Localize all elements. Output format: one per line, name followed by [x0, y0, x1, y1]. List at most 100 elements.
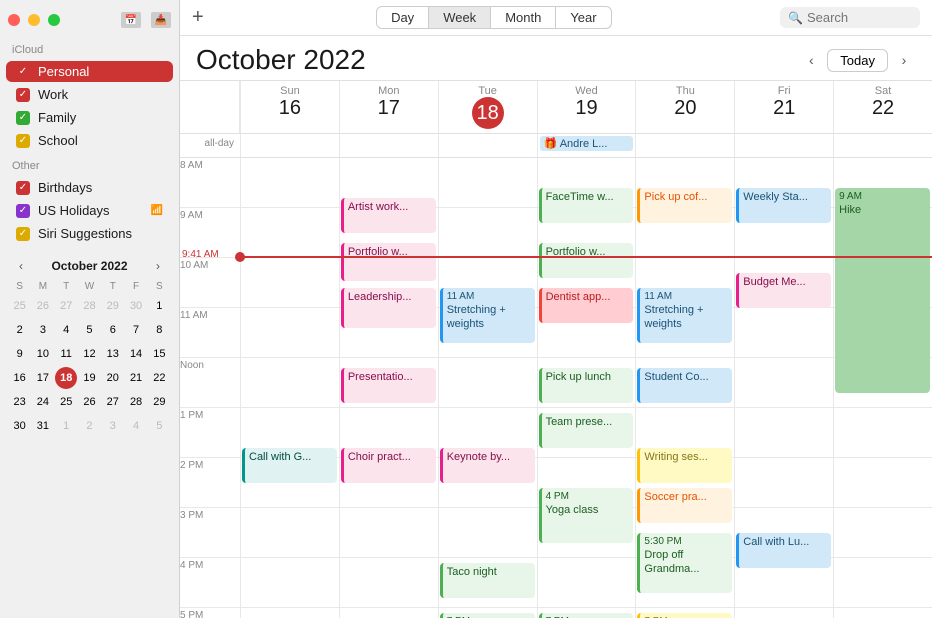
mini-day[interactable]: 25 [9, 295, 31, 317]
mini-day[interactable]: 5 [78, 319, 100, 341]
event-choir-pract[interactable]: Choir pract... [341, 448, 436, 483]
mini-day[interactable]: 4 [55, 319, 77, 341]
cell-mon-5[interactable] [339, 608, 438, 618]
mini-cal-next[interactable]: › [149, 257, 167, 275]
today-button[interactable]: Today [827, 49, 888, 72]
cell-fri-11[interactable] [734, 308, 833, 358]
cell-wed-4[interactable] [537, 558, 636, 608]
day-col-thu[interactable]: Thu 20 [635, 81, 734, 133]
allday-event-andre[interactable]: 🎁 Andre L... [540, 136, 634, 151]
day-col-sun[interactable]: Sun 16 [240, 81, 339, 133]
mini-day[interactable]: 16 [9, 367, 31, 389]
day-col-tue[interactable]: Tue 18 [438, 81, 537, 133]
mini-day[interactable]: 5 [148, 415, 170, 437]
event-team-prese[interactable]: Team prese... [539, 413, 634, 448]
mini-day[interactable]: 8 [148, 319, 170, 341]
event-7pm-tue[interactable]: 7 PM ... [440, 613, 535, 618]
mini-day[interactable]: 14 [125, 343, 147, 365]
search-input[interactable] [807, 10, 912, 25]
mini-day[interactable]: 9 [9, 343, 31, 365]
allday-wed[interactable]: 🎁 Andre L... [537, 134, 636, 157]
mini-day[interactable]: 7 [125, 319, 147, 341]
allday-sun[interactable] [240, 134, 339, 157]
cell-sun-noon[interactable] [240, 358, 339, 408]
mini-day[interactable]: 11 [55, 343, 77, 365]
mini-day[interactable]: 20 [102, 367, 124, 389]
mini-day[interactable]: 4 [125, 415, 147, 437]
mini-day[interactable]: 30 [125, 295, 147, 317]
cell-sat-1[interactable] [833, 408, 932, 458]
cell-mon-4[interactable] [339, 558, 438, 608]
view-day-button[interactable]: Day [376, 6, 429, 29]
event-pickup-lunch[interactable]: Pick up lunch [539, 368, 634, 403]
cell-sun-8[interactable] [240, 158, 339, 208]
mini-day[interactable]: 1 [148, 295, 170, 317]
mini-day[interactable]: 26 [32, 295, 54, 317]
cell-sun-9[interactable] [240, 208, 339, 258]
mini-day[interactable]: 27 [55, 295, 77, 317]
mini-day[interactable]: 12 [78, 343, 100, 365]
cell-sun-11[interactable] [240, 308, 339, 358]
mini-day[interactable]: 2 [78, 415, 100, 437]
mini-day[interactable]: 23 [9, 391, 31, 413]
sidebar-inbox-icon[interactable]: 📥 [151, 12, 171, 28]
cell-sun-5[interactable] [240, 608, 339, 618]
prev-week-button[interactable]: ‹ [799, 48, 823, 72]
cell-tue-noon[interactable] [438, 358, 537, 408]
sidebar-item-birthdays[interactable]: ✓ Birthdays [6, 177, 173, 198]
sidebar-item-work[interactable]: ✓ Work [6, 84, 173, 105]
event-stretching-tue[interactable]: 11 AM Stretching + weights [440, 288, 535, 343]
event-leadership[interactable]: Leadership... [341, 288, 436, 328]
event-student-co[interactable]: Student Co... [637, 368, 732, 403]
sidebar-item-family[interactable]: ✓ Family [6, 107, 173, 128]
event-call-with-lu[interactable]: Call with Lu... [736, 533, 831, 568]
day-col-wed[interactable]: Wed 19 [537, 81, 636, 133]
cell-sat-5[interactable] [833, 608, 932, 618]
event-dentist[interactable]: Dentist app... [539, 288, 634, 323]
mini-day[interactable]: 3 [102, 415, 124, 437]
mini-day[interactable]: 30 [9, 415, 31, 437]
cell-mon-3[interactable] [339, 508, 438, 558]
event-soccer-pra[interactable]: Soccer pra... [637, 488, 732, 523]
minimize-button[interactable] [28, 14, 40, 26]
view-month-button[interactable]: Month [491, 6, 556, 29]
cell-fri-1[interactable] [734, 408, 833, 458]
event-portfolio-mon[interactable]: Portfolio w... [341, 243, 436, 281]
mini-day[interactable]: 29 [102, 295, 124, 317]
mini-day[interactable]: 25 [55, 391, 77, 413]
mini-day[interactable]: 22 [148, 367, 170, 389]
sidebar-calendar-icon[interactable]: 📅 [121, 12, 141, 28]
mini-cal-prev[interactable]: ‹ [12, 257, 30, 275]
mini-day[interactable]: 27 [102, 391, 124, 413]
cell-tue-3[interactable] [438, 508, 537, 558]
cell-sat-4[interactable] [833, 558, 932, 608]
mini-day[interactable]: 6 [102, 319, 124, 341]
mini-day[interactable]: 31 [32, 415, 54, 437]
view-week-button[interactable]: Week [429, 6, 491, 29]
event-yoga[interactable]: 4 PM Yoga class [539, 488, 634, 543]
mini-day[interactable]: 13 [102, 343, 124, 365]
allday-sat[interactable] [833, 134, 932, 157]
sidebar-item-personal[interactable]: ✓ Personal [6, 61, 173, 82]
event-7pm-thu[interactable]: 7 PM ... [637, 613, 732, 618]
maximize-button[interactable] [48, 14, 60, 26]
mini-day[interactable]: 1 [55, 415, 77, 437]
mini-day[interactable]: 21 [125, 367, 147, 389]
event-hike[interactable]: 9 AM Hike [835, 188, 930, 393]
event-budget-me[interactable]: Budget Me... [736, 273, 831, 308]
event-drop-off-grandma[interactable]: 5:30 PM Drop off Grandma... [637, 533, 732, 593]
mini-day[interactable]: 19 [78, 367, 100, 389]
next-week-button[interactable]: › [892, 48, 916, 72]
cell-fri-5[interactable] [734, 608, 833, 618]
allday-tue[interactable] [438, 134, 537, 157]
mini-day[interactable]: 26 [78, 391, 100, 413]
cell-sat-2[interactable] [833, 458, 932, 508]
event-artist-work[interactable]: Artist work... [341, 198, 436, 233]
mini-day[interactable]: 2 [9, 319, 31, 341]
event-7pm-wed[interactable]: 7 PM ... [539, 613, 634, 618]
mini-day[interactable]: 3 [32, 319, 54, 341]
allday-fri[interactable] [734, 134, 833, 157]
mini-day[interactable]: 24 [32, 391, 54, 413]
event-writing-ses[interactable]: Writing ses... [637, 448, 732, 483]
sidebar-item-us-holidays[interactable]: ✓ US Holidays 📶 [6, 200, 173, 221]
